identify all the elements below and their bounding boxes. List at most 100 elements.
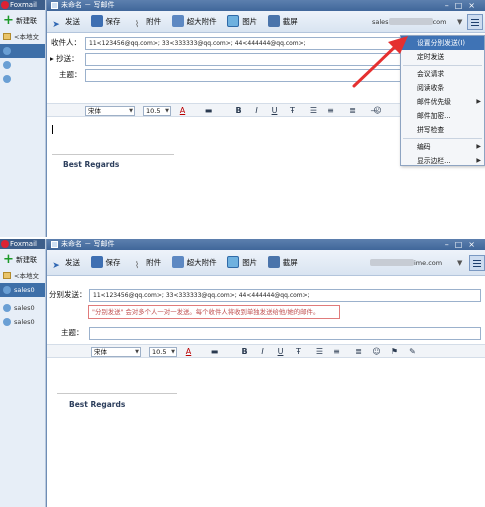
font-size-select[interactable]: 10.5 ▼ [149,347,177,357]
account-item[interactable]: sales0 [0,315,45,329]
align-left-icon[interactable]: ≣ [347,105,358,116]
save-icon [90,15,103,27]
save-button[interactable]: 保存 [88,250,126,276]
compose-titlebar: 未命名 － 写邮件 –□× [47,0,485,11]
picture-button[interactable]: 图片 [224,250,262,276]
attach-button[interactable]: ⌇ 附件 [128,250,166,276]
account-selector[interactable]: sales com [372,16,446,28]
italic-button[interactable]: I [251,105,262,116]
account-label: sales0 [14,304,35,312]
message-body[interactable]: Best Regards [47,359,485,507]
screenshot-icon [267,256,280,268]
paperclip-icon: ⌇ [134,261,140,271]
menu-item-priority[interactable]: 邮件优先级 ▶ [401,95,484,109]
font-name-select[interactable]: 宋体 ▼ [91,347,141,357]
separate-send-field[interactable]: 11<123456@qq.com>; 33<333333@qq.com>; 44… [89,289,481,302]
bold-button[interactable]: B [239,346,250,357]
compose-titlebar: 未命名 － 写邮件 –□× [47,239,485,250]
emoji-icon[interactable]: ☺ [371,346,382,357]
menu-item-show-sidebar[interactable]: 显示边栏... ▶ [401,154,484,168]
new-mail-button[interactable]: + 新建联 [0,251,45,269]
picture-button[interactable]: 图片 [224,11,262,33]
picture-icon [227,256,240,268]
send-button[interactable]: ➤ 发送 [47,250,85,276]
menu-separator [403,65,482,66]
menu-item-encoding[interactable]: 编码 ▶ [401,140,484,154]
local-folder-label: <本地文 [14,33,39,41]
highlight-color-button[interactable]: ▬ [209,346,220,357]
align-left-icon[interactable]: ≣ [353,346,364,357]
subject-label: 主题： [61,328,84,337]
send-icon: ➤ [52,20,60,30]
more-options-menu-button[interactable] [467,14,483,30]
save-icon [90,256,103,268]
font-name-select[interactable]: 宋体 ▼ [85,106,135,116]
bullet-list-icon[interactable]: ☰ [314,346,325,357]
big-attach-button[interactable]: 超大附件 [169,11,222,33]
magic-icon[interactable]: ✎ [407,346,418,357]
text-cursor [52,125,53,134]
attach-button[interactable]: ⌇ 附件 [128,11,166,33]
highlight-color-button[interactable]: ▬ [203,105,214,116]
font-color-button[interactable]: A [177,105,188,116]
more-options-menu-button[interactable] [469,255,485,271]
bold-button[interactable]: B [233,105,244,116]
send-button[interactable]: ➤ 发送 [47,11,85,33]
foxmail-sidebar: Foxmail + 新建联 <本地文 [0,0,46,237]
bullet-list-icon[interactable]: ☰ [308,105,319,116]
account-item[interactable] [0,44,45,58]
window-controls[interactable]: –□× [445,239,481,250]
window-controls[interactable]: –□× [445,0,481,11]
account-label: sales0 [14,286,35,294]
redacted-email [370,259,414,266]
menu-item-read-receipt[interactable]: 阅读收条 [401,81,484,95]
emoji-icon[interactable]: ☺ [372,105,383,116]
foxmail-app-title: Foxmail [10,1,37,9]
menu-item-encrypt[interactable]: 邮件加密... [401,109,484,123]
big-attach-button[interactable]: 超大附件 [169,250,222,276]
italic-button[interactable]: I [257,346,268,357]
chevron-down-icon[interactable]: ▼ [457,257,462,269]
annotation-arrow [352,36,408,88]
chevron-down-icon: ▼ [135,349,139,355]
compose-window-title: 未命名 － 写邮件 [61,240,115,248]
foxmail-app-title: Foxmail [10,240,37,248]
screenshot-button[interactable]: 截屏 [265,250,303,276]
new-mail-button[interactable]: + 新建联 [0,12,45,30]
separate-send-row: 分别发送： 11<123456@qq.com>; 33<333333@qq.co… [47,287,485,303]
numbered-list-icon[interactable]: ≡ [325,105,336,116]
foxmail-titlebar: Foxmail [0,0,45,10]
local-folder-item[interactable]: <本地文 [0,30,45,44]
chevron-down-icon[interactable]: ▼ [457,16,462,28]
signature-text: Best Regards [69,400,126,409]
cc-label[interactable]: ▸ 抄送： [50,51,79,67]
underline-button[interactable]: U [269,105,280,116]
compose-toolbar: ➤ 发送 保存 ⌇ 附件 超大附件 图片 截屏 ime.com ▼ [47,250,485,276]
font-size-select[interactable]: 10.5 ▼ [143,106,171,116]
compose-window-icon [51,241,58,248]
separate-send-hint: "分别发送" 会对多个人一对一发送。每个收件人将收到单独发送给他/她的邮件。 [88,305,340,319]
account-icon [3,318,11,326]
menu-item-separate-send[interactable]: 设置分别发送(I) [401,36,484,50]
screenshot-after: Foxmail + 新建联 <本地文 sales0 sales0 sales0 … [0,239,485,507]
account-item[interactable] [0,58,45,72]
menu-item-spell-check[interactable]: 拼写检查 [401,123,484,137]
numbered-list-icon[interactable]: ≡ [331,346,342,357]
account-item[interactable]: sales0 [0,283,45,297]
strikethrough-button[interactable]: Ŧ [293,346,304,357]
subject-field[interactable] [89,327,481,340]
local-folder-item[interactable]: <本地文 [0,269,45,283]
menu-item-scheduled-send[interactable]: 定时发送 [401,50,484,64]
font-color-button[interactable]: A [183,346,194,357]
chevron-right-icon: ▶ [476,157,481,164]
account-item[interactable]: sales0 [0,301,45,315]
signature-divider [57,393,177,394]
account-selector[interactable]: ime.com [370,257,444,269]
strikethrough-button[interactable]: Ŧ [287,105,298,116]
menu-item-meeting-request[interactable]: 会议请求 [401,67,484,81]
underline-button[interactable]: U [275,346,286,357]
flag-icon[interactable]: ⚑ [389,346,400,357]
account-item[interactable] [0,72,45,86]
screenshot-button[interactable]: 截屏 [265,11,303,33]
save-button[interactable]: 保存 [88,11,126,33]
